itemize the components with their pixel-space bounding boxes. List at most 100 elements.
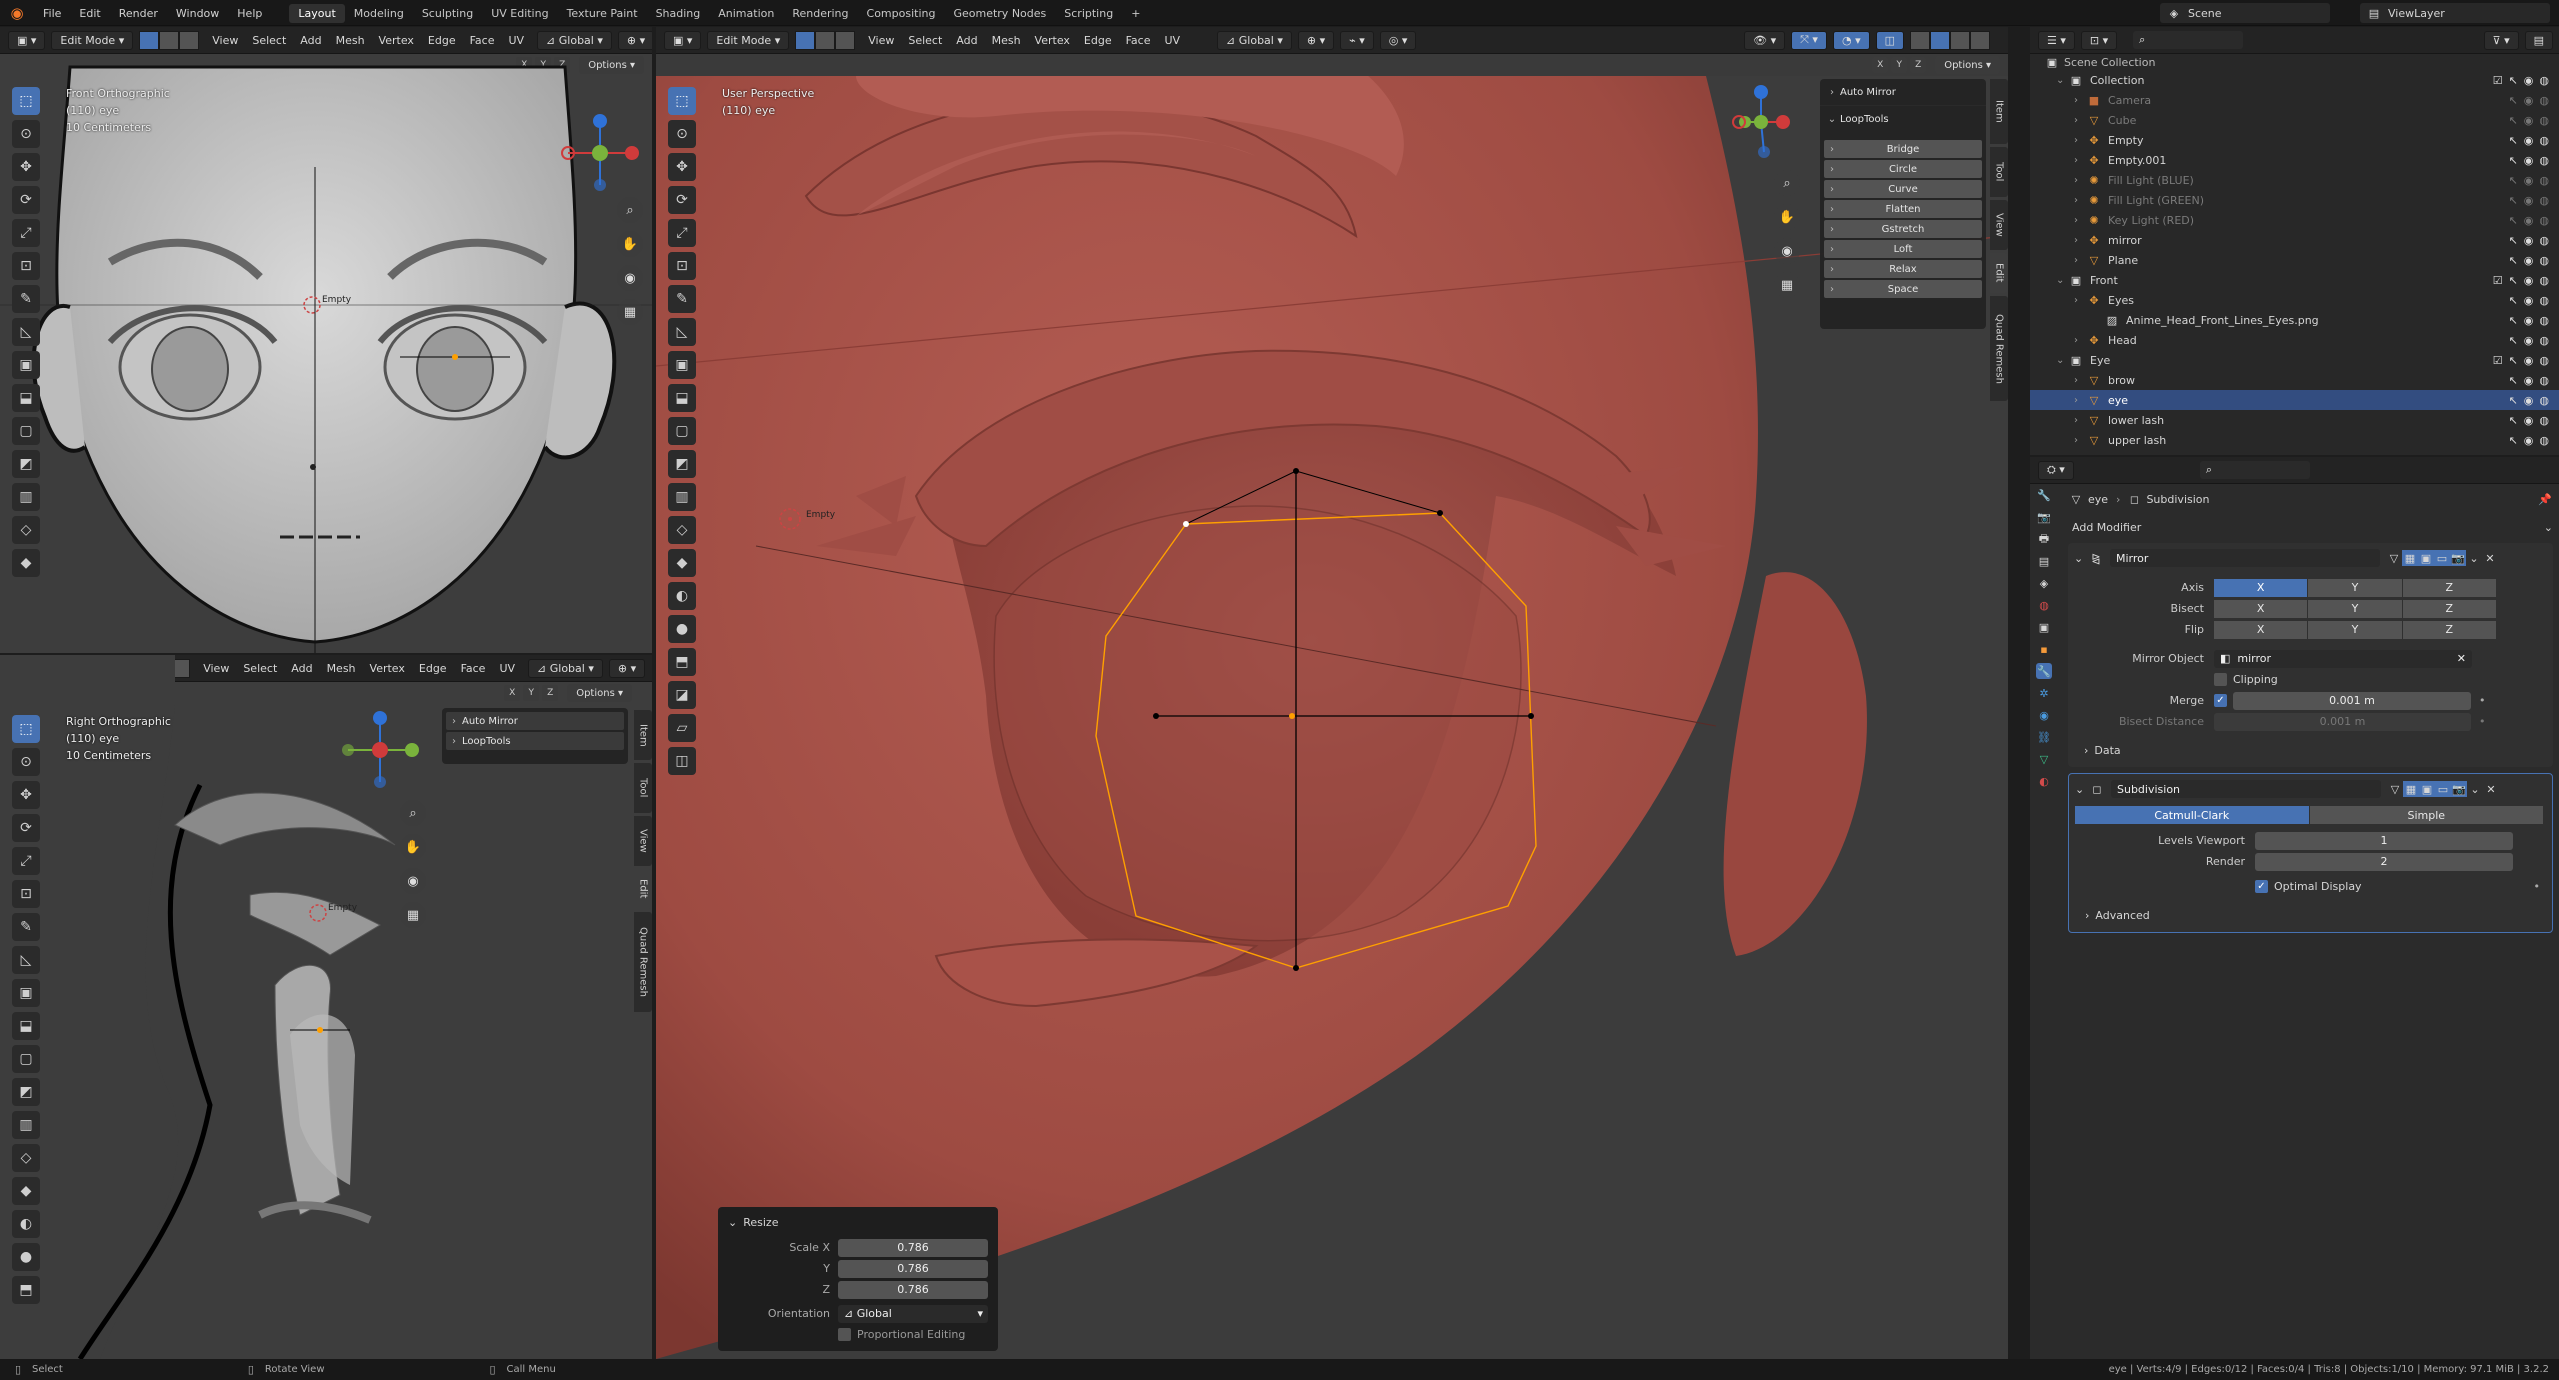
chevron-right-icon[interactable]: › [2074, 375, 2086, 386]
n-tab-tool[interactable]: Tool [1990, 147, 2008, 197]
flip-x-toggle[interactable]: X [2214, 620, 2308, 639]
physics-icon[interactable]: ◉ [2036, 707, 2052, 723]
select-arrow-icon[interactable]: ↖ [2509, 214, 2518, 227]
chevron-right-icon[interactable]: › [2074, 155, 2086, 166]
annotate-icon[interactable]: ✎ [12, 285, 40, 313]
xray-toggle[interactable]: ◫ [1875, 30, 1904, 50]
select-arrow-icon[interactable]: ↖ [2509, 154, 2518, 167]
chevron-right-icon[interactable]: › [2074, 215, 2086, 226]
looptools-gstretch-button[interactable]: › Gstretch [1824, 220, 1982, 238]
merge-checkbox[interactable]: ✓ [2214, 694, 2227, 707]
eye-icon[interactable]: ◉ [2524, 434, 2534, 447]
view-layer-icon[interactable]: ▤ [2036, 553, 2052, 569]
chevron-down-icon[interactable]: ⌄ [2075, 783, 2089, 796]
object-data-icon[interactable]: ▽ [2036, 751, 2052, 767]
scene-icon[interactable]: ◈ [2036, 575, 2052, 591]
zoom-icon[interactable]: ⌕ [617, 197, 643, 223]
rotate-icon[interactable]: ⟳ [12, 186, 40, 214]
select-mode-group[interactable] [795, 30, 856, 50]
blender-logo-icon[interactable]: ◉ [0, 4, 34, 22]
looptools-space-button[interactable]: › Space [1824, 280, 1982, 298]
merge-distance-field[interactable]: 0.001 m [2233, 691, 2471, 710]
eye-icon[interactable]: ◉ [2524, 214, 2534, 227]
menu-add[interactable]: Add [949, 34, 984, 47]
inset-icon[interactable]: ▢ [12, 1045, 40, 1073]
outliner-row[interactable]: ⌄ ▣ Collection ☑ ↖ ◉ ◍ [2030, 70, 2559, 90]
looptools-circle-button[interactable]: › Circle [1824, 160, 1982, 178]
overlay-toggle[interactable]: ◔ ▾ [1832, 30, 1870, 50]
proportional-toggle[interactable]: ◎ ▾ [1379, 30, 1417, 50]
options-button[interactable]: Options ▾ [1935, 56, 2000, 74]
add-modifier-button[interactable]: Add Modifier ⌄ [2068, 515, 2553, 539]
poly-build-icon[interactable]: ◆ [668, 549, 696, 577]
transform-icon[interactable]: ⊡ [12, 252, 40, 280]
render-display-icon[interactable]: 📷 [2450, 550, 2466, 566]
display-mode-dropdown[interactable]: ⊡ ▾ [2080, 30, 2118, 50]
axis-y-toggle[interactable]: Y [2308, 578, 2402, 597]
annotate-icon[interactable]: ✎ [668, 285, 696, 313]
shear-icon[interactable]: ▱ [668, 714, 696, 742]
axis-x-toggle[interactable]: X [2214, 578, 2308, 597]
face-select-icon[interactable] [835, 30, 856, 50]
select-arrow-icon[interactable]: ↖ [2509, 434, 2518, 447]
workspace-tab-compositing[interactable]: Compositing [858, 4, 945, 23]
zoom-icon[interactable]: ⌕ [1774, 170, 1800, 196]
ortho-grid-icon[interactable]: ▦ [617, 299, 643, 325]
solid-shading-icon[interactable] [1930, 30, 1950, 50]
poly-build-icon[interactable]: ◆ [12, 1177, 40, 1205]
loop-cut-icon[interactable]: ▥ [668, 483, 696, 511]
editor-type-button[interactable]: ⛭ ▾ [2038, 460, 2074, 480]
select-arrow-icon[interactable]: ↖ [2509, 114, 2518, 127]
chevron-right-icon[interactable]: › [2074, 335, 2086, 346]
edge-slide-icon[interactable]: ⬒ [668, 648, 696, 676]
mirror-z-toggle[interactable]: Z [1910, 57, 1927, 73]
chevron-right-icon[interactable]: › [2074, 175, 2086, 186]
rotate-icon[interactable]: ⟳ [12, 814, 40, 842]
workspace-tab-scripting[interactable]: Scripting [1055, 4, 1122, 23]
chevron-right-icon[interactable]: › [2074, 435, 2086, 446]
bisect-z-toggle[interactable]: Z [2402, 599, 2496, 618]
mirror-object-field[interactable]: ◧ mirror ✕ [2214, 649, 2472, 668]
eye-icon[interactable]: ◉ [2524, 354, 2534, 367]
world-icon[interactable]: ◍ [2036, 597, 2052, 613]
render-levels-field[interactable]: 2 [2255, 852, 2513, 871]
spin-icon[interactable]: ◐ [668, 582, 696, 610]
editmode-display-icon[interactable]: ▣ [2418, 550, 2434, 566]
rendered-shading-icon[interactable] [1970, 30, 1990, 50]
eye-icon[interactable]: ◉ [2524, 274, 2534, 287]
edge-slide-icon[interactable]: ⬒ [12, 1276, 40, 1304]
workspace-tab-sculpting[interactable]: Sculpting [413, 4, 482, 23]
chevron-right-icon[interactable]: › [2074, 115, 2086, 126]
viewport-main-perspective[interactable]: ▣ ▾ Edit Mode ▾ View Select Add Mesh Ver… [656, 27, 2008, 1359]
keyframe-dot-icon[interactable]: • [2479, 694, 2486, 707]
menu-mesh[interactable]: Mesh [985, 34, 1028, 47]
eye-icon[interactable]: ◉ [2524, 134, 2534, 147]
workspace-tab-modeling[interactable]: Modeling [345, 4, 413, 23]
knife-icon[interactable]: ◇ [668, 516, 696, 544]
ortho-grid-icon[interactable]: ▦ [1774, 272, 1800, 298]
scale-z-field[interactable]: 0.786 [838, 1280, 988, 1299]
extrude-icon[interactable]: ⬓ [12, 1012, 40, 1040]
transform-icon[interactable]: ⊡ [12, 880, 40, 908]
scene-selector[interactable]: ◈ Scene [2160, 3, 2330, 23]
rotate-icon[interactable]: ⟳ [668, 186, 696, 214]
eye-icon[interactable]: ◉ [2524, 114, 2534, 127]
cage-toggle-icon[interactable]: ▦ [2402, 550, 2418, 566]
data-subpanel[interactable]: › Data [2074, 740, 2547, 761]
chevron-down-icon[interactable]: ⌄ [2074, 552, 2088, 565]
eye-icon[interactable]: ◉ [2524, 254, 2534, 267]
cursor-icon[interactable]: ⊙ [668, 120, 696, 148]
levels-viewport-field[interactable]: 1 [2255, 831, 2513, 850]
add-cube-icon[interactable]: ▣ [12, 351, 40, 379]
eye-icon[interactable]: ◉ [2524, 154, 2534, 167]
outliner-row[interactable]: ⌄ ▣ Eye ☑ ↖ ◉ ◍ [2030, 350, 2559, 370]
simple-toggle[interactable]: Simple [2309, 806, 2543, 824]
inset-icon[interactable]: ▢ [12, 417, 40, 445]
outliner-row[interactable]: › ▽ Plane ↖ ◉ ◍ [2030, 250, 2559, 270]
menu-render[interactable]: Render [110, 7, 167, 20]
keyframe-dot-icon[interactable]: • [2479, 715, 2486, 728]
mirror-x-toggle[interactable]: X [1872, 57, 1889, 73]
workspace-tab-animation[interactable]: Animation [709, 4, 783, 23]
output-icon[interactable]: 🖶 [2036, 531, 2052, 547]
menu-edge[interactable]: Edge [1077, 34, 1119, 47]
